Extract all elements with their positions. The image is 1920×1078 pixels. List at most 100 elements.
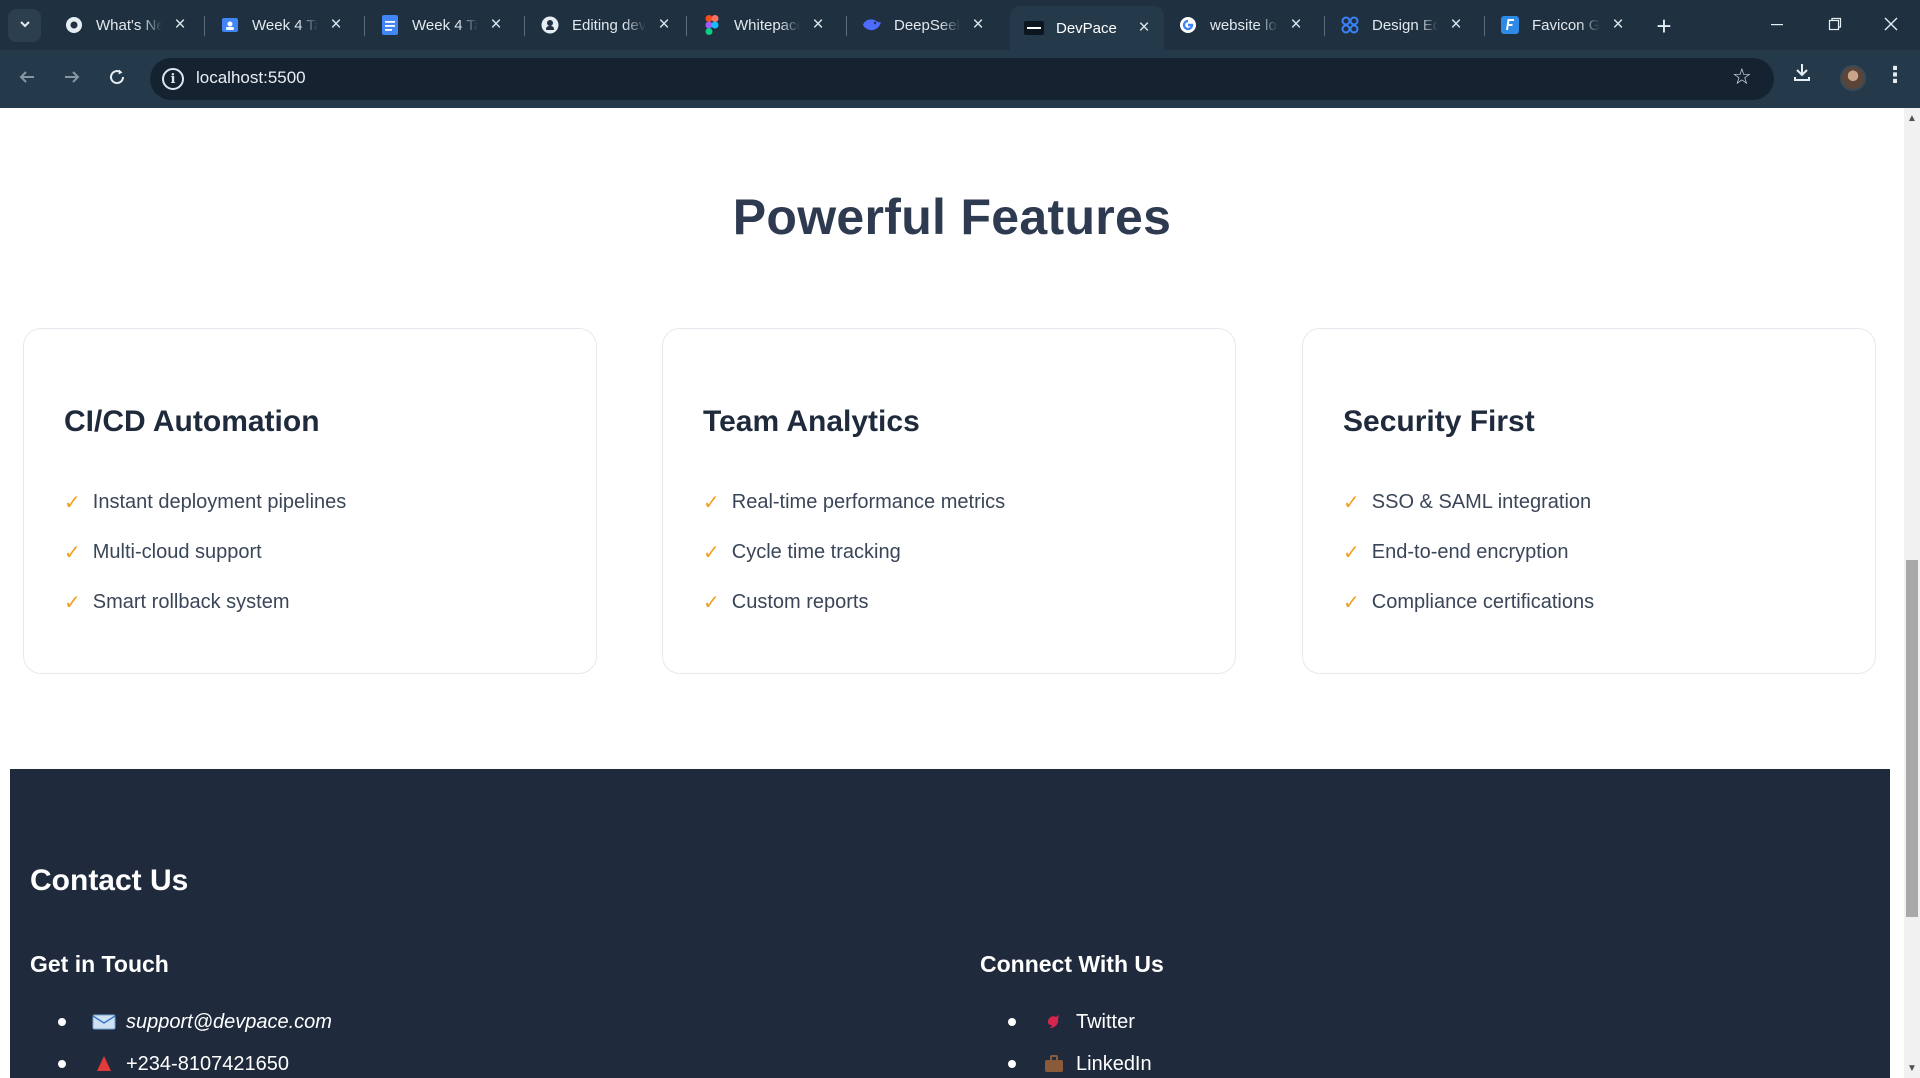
close-window-button[interactable] — [1862, 6, 1920, 44]
feature-item: ✓ Instant deployment pipelines — [64, 477, 346, 527]
contact-email-item[interactable]: support@devpace.com — [58, 1001, 332, 1043]
tab-editing-devpace[interactable]: Editing devpace × — [526, 6, 684, 44]
bookmark-star-icon[interactable]: ☆ — [1732, 64, 1752, 90]
github-icon — [540, 15, 560, 35]
address-bar[interactable] — [150, 58, 1774, 100]
restore-icon — [1828, 15, 1842, 36]
social-twitter-text[interactable]: Twitter — [1076, 1011, 1135, 1034]
classroom-icon — [220, 15, 240, 35]
url-text[interactable]: localhost:5500 — [196, 68, 306, 88]
feature-list: ✓ Instant deployment pipelines ✓ Multi-clo… — [64, 477, 346, 627]
tab-separator — [846, 16, 847, 36]
feature-item-text: Multi-cloud support — [92, 540, 262, 563]
scroll-down-arrow-icon[interactable]: ▼ — [1904, 1060, 1920, 1076]
tab-separator — [686, 16, 687, 36]
devpace-icon — [1024, 18, 1044, 38]
features-heading: Powerful Features — [732, 189, 1172, 245]
feature-card-title: Team Analytics — [703, 405, 920, 438]
chevron-down-icon — [18, 17, 32, 34]
feature-item-text: Cycle time tracking — [731, 540, 901, 563]
restore-button[interactable] — [1806, 6, 1864, 44]
more-options-icon[interactable]: ⋮ — [1884, 62, 1906, 88]
figma-icon — [702, 15, 722, 35]
list-bullet — [58, 1018, 66, 1026]
design-editor-icon — [1340, 15, 1360, 35]
feature-card-security: Security First ✓ SSO & SAML integration ✓… — [1302, 328, 1876, 674]
close-icon[interactable]: × — [1446, 14, 1466, 35]
tab-design-editor[interactable]: Design Editor × — [1326, 6, 1476, 44]
close-icon[interactable]: × — [1134, 17, 1154, 38]
tab-week4-docs[interactable]: Week 4 Tasks × — [366, 6, 516, 44]
tab-separator — [204, 16, 205, 36]
social-twitter-item[interactable]: Twitter — [1008, 1001, 1152, 1043]
close-icon — [1884, 15, 1898, 36]
tab-separator — [1484, 16, 1485, 36]
feature-item: ✓ Compliance certifications — [1343, 577, 1594, 627]
feature-item: ✓ Multi-cloud support — [64, 527, 346, 577]
close-icon[interactable]: × — [968, 14, 988, 35]
forward-button[interactable] — [55, 62, 89, 96]
reload-icon — [108, 66, 126, 92]
feature-item: ✓ Cycle time tracking — [703, 527, 1005, 577]
tab-whitepace[interactable]: Whitepace × — [688, 6, 838, 44]
scroll-up-arrow-icon[interactable]: ▲ — [1904, 110, 1920, 126]
close-icon[interactable]: × — [808, 14, 828, 35]
arrow-left-icon — [18, 66, 36, 92]
docs-icon — [380, 15, 400, 35]
back-button[interactable] — [10, 62, 44, 96]
scrollbar-thumb[interactable] — [1906, 560, 1918, 917]
close-icon[interactable]: × — [326, 14, 346, 35]
favicon-icon — [1500, 15, 1520, 35]
download-icon[interactable] — [1792, 62, 1812, 88]
envelope-icon — [92, 1012, 116, 1032]
profile-avatar[interactable] — [1840, 65, 1866, 91]
list-bullet — [58, 1060, 66, 1068]
checkmark-icon: ✓ — [64, 591, 81, 614]
close-icon[interactable]: × — [170, 14, 190, 35]
new-tab-button[interactable]: + — [1650, 11, 1678, 41]
checkmark-icon: ✓ — [1343, 591, 1360, 614]
tab-devpace[interactable]: DevPace × — [1010, 6, 1164, 50]
checkmark-icon: ✓ — [703, 491, 720, 514]
feature-item: ✓ Real-time performance metrics — [703, 477, 1005, 527]
tab-website-logo[interactable]: website logo × — [1164, 6, 1316, 44]
tab-search-button[interactable] — [8, 9, 41, 42]
google-icon — [1178, 15, 1198, 35]
close-icon[interactable]: × — [654, 14, 674, 35]
feature-item-text: Compliance certifications — [1371, 590, 1595, 613]
contact-phone-item[interactable]: +234-8107421650 — [58, 1043, 332, 1078]
contact-phone-text[interactable]: +234-8107421650 — [126, 1053, 289, 1076]
social-linkedin-text[interactable]: LinkedIn — [1076, 1053, 1152, 1076]
tab-separator — [1324, 16, 1325, 36]
feature-card-cicd: CI/CD Automation ✓ Instant deployment pip… — [23, 328, 597, 674]
social-linkedin-item[interactable]: LinkedIn — [1008, 1043, 1152, 1078]
tab-week4-classroom[interactable]: Week 4 Tasks × — [206, 6, 356, 44]
site-info-icon[interactable]: i — [162, 68, 184, 90]
close-icon[interactable]: × — [486, 14, 506, 35]
feature-item-text: Instant deployment pipelines — [92, 490, 347, 513]
feature-card-title: CI/CD Automation — [64, 405, 320, 438]
tab-title: Design Editor — [1372, 16, 1438, 34]
tab-separator — [364, 16, 365, 36]
tab-title: Editing devpace — [572, 16, 646, 34]
tab-favicon-generator[interactable]: Favicon Generator × — [1486, 6, 1638, 44]
feature-card-title: Security First — [1343, 405, 1535, 438]
reload-button[interactable] — [100, 62, 134, 96]
checkmark-icon: ✓ — [1343, 491, 1360, 514]
tab-title: What's New — [96, 16, 162, 34]
checkmark-icon: ✓ — [703, 541, 720, 564]
checkmark-icon: ✓ — [64, 541, 81, 564]
feature-item: ✓ SSO & SAML integration — [1343, 477, 1594, 527]
minimize-button[interactable] — [1748, 6, 1806, 44]
close-icon[interactable]: × — [1608, 14, 1628, 35]
connect-with-us-heading: Connect With Us — [980, 951, 1164, 977]
close-icon[interactable]: × — [1286, 14, 1306, 35]
tab-title: Week 4 Tasks — [252, 16, 318, 34]
feature-list: ✓ SSO & SAML integration ✓ End-to-end encr… — [1343, 477, 1594, 627]
tab-title: Whitepace — [734, 16, 800, 34]
contact-heading: Contact Us — [30, 864, 189, 897]
tab-deepseek[interactable]: DeepSeek × — [848, 6, 998, 44]
contact-email-text[interactable]: support@devpace.com — [126, 1011, 332, 1034]
checkmark-icon: ✓ — [703, 591, 720, 614]
tab-whats-new[interactable]: What's New × — [50, 6, 200, 44]
